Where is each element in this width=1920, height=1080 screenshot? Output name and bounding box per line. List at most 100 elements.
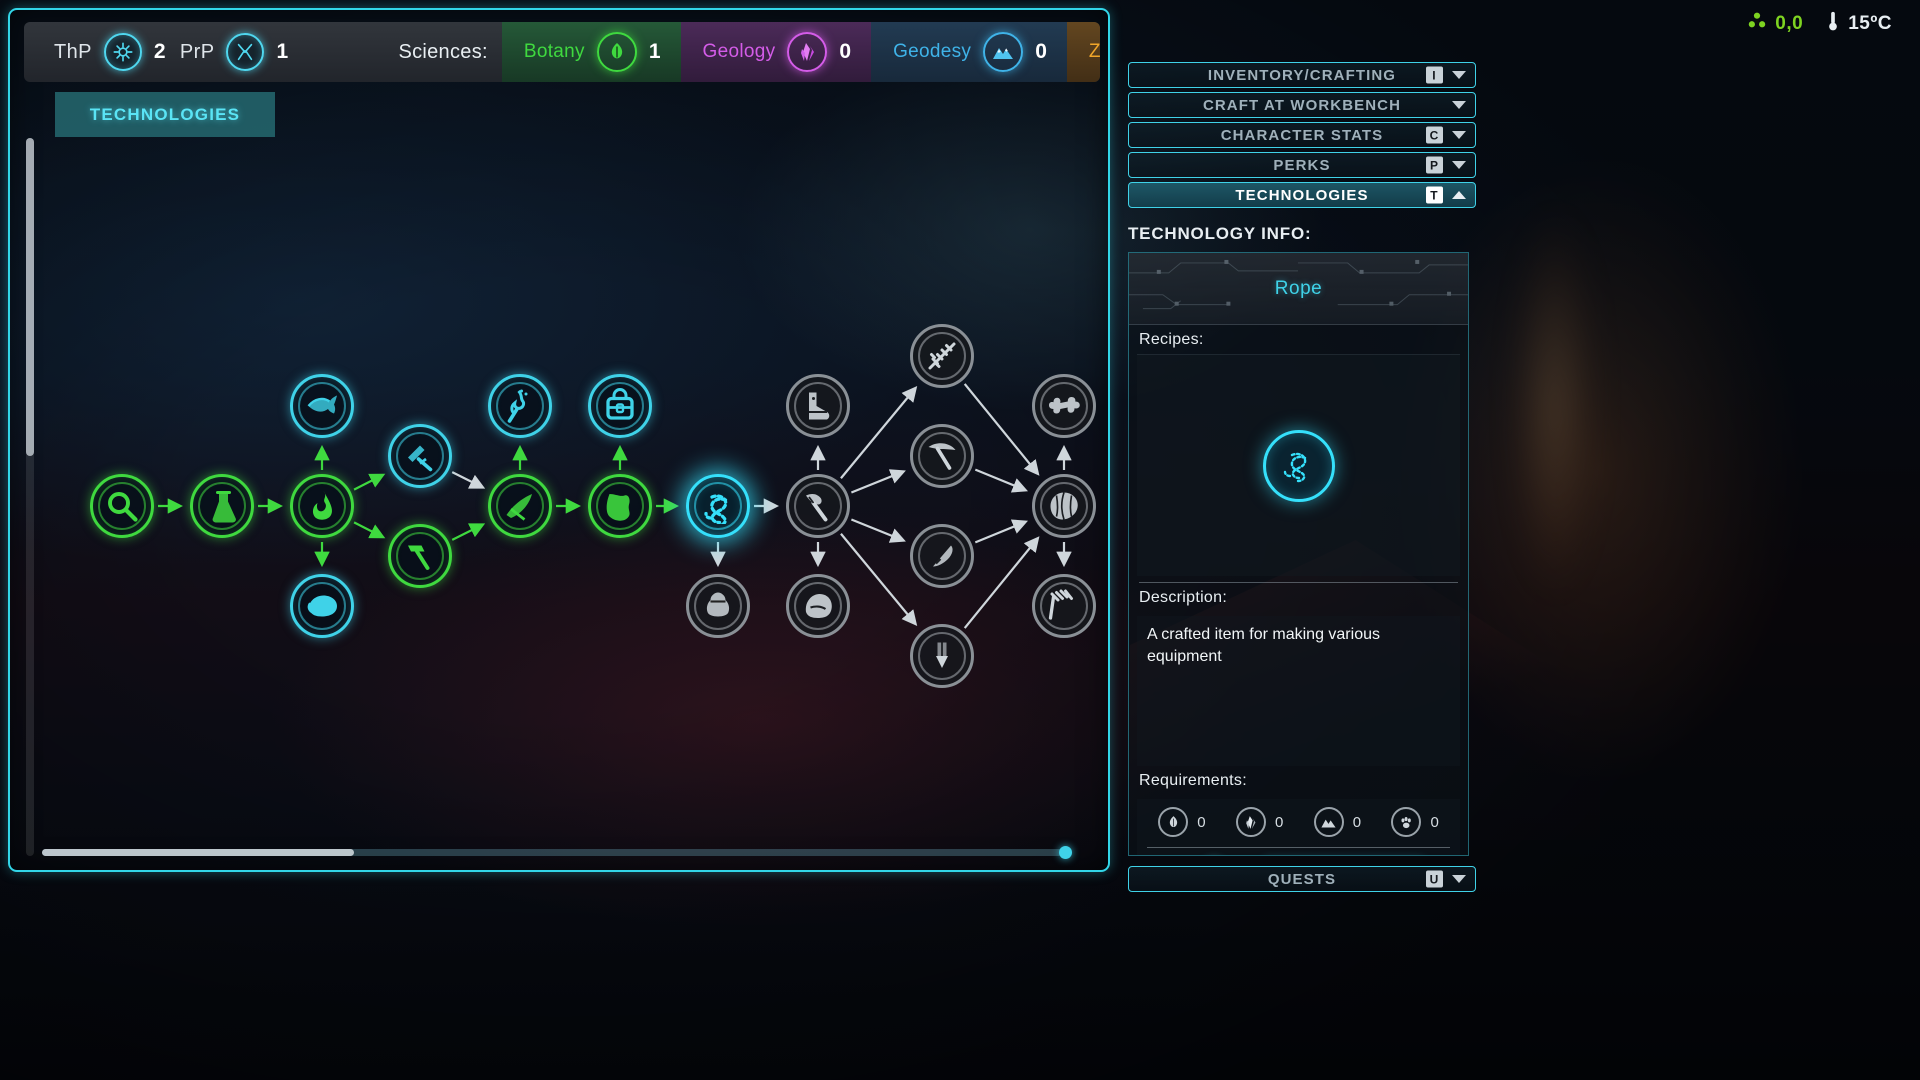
- description-text: A crafted item for making various equipm…: [1147, 626, 1380, 665]
- mountain-icon: [1313, 807, 1344, 837]
- menu-item-character-stats-label: CHARACTER STATS: [1220, 126, 1384, 144]
- tech-node-rake[interactable]: [1032, 574, 1096, 638]
- tech-node-bone[interactable]: [1032, 374, 1096, 438]
- requirements-label: Requirements:: [1139, 772, 1247, 789]
- tab-technologies[interactable]: TECHNOLOGIES: [55, 92, 275, 137]
- resource-bar: ThP 2 PrP 1 Sciences: Botany 1 Geology 0…: [24, 22, 1100, 82]
- tech-edge: [963, 383, 1040, 476]
- menu-item-character-stats[interactable]: CHARACTER STATS C: [1128, 122, 1476, 148]
- tech-node-rawmeat[interactable]: [290, 574, 354, 638]
- science-geodesy: Geodesy 0: [871, 22, 1067, 82]
- science-botany-label: Botany: [523, 41, 585, 62]
- science-geology-value: 0: [839, 40, 852, 63]
- thp-label: ThP: [54, 40, 92, 63]
- science-zoology: Zoology 0: [1066, 22, 1100, 82]
- tech-node-cookedfish[interactable]: [290, 374, 354, 438]
- horizontal-scrollbar[interactable]: [42, 846, 1072, 859]
- tech-node-ring: [918, 332, 966, 380]
- chevron-up-icon[interactable]: [1452, 191, 1466, 199]
- crystal-icon: [1235, 807, 1266, 837]
- tech-node-ring: [1040, 582, 1088, 630]
- chevron-down-icon[interactable]: [1452, 875, 1466, 883]
- tech-node-knife[interactable]: [388, 424, 452, 488]
- tech-tree-viewport[interactable]: [24, 132, 1100, 838]
- menu-item-inventory-crafting-label: INVENTORY/CRAFTING: [1207, 66, 1397, 84]
- menu-item-craft-at-workbench[interactable]: CRAFT AT WORKBENCH: [1128, 92, 1476, 118]
- requirement-geology-value: 0: [1274, 813, 1284, 831]
- technology-tree-window: ThP 2 PrP 1 Sciences: Botany 1 Geology 0…: [8, 8, 1110, 872]
- tech-node-axe[interactable]: [786, 474, 850, 538]
- tech-node-fishtrap[interactable]: [910, 324, 974, 388]
- chevron-down-icon[interactable]: [1452, 71, 1466, 79]
- science-geology-label: Geology: [702, 41, 776, 62]
- menu-item-quests[interactable]: QUESTS U: [1128, 866, 1476, 892]
- tech-node-research[interactable]: [90, 474, 154, 538]
- temperature-indicator: 15ºC: [1825, 10, 1892, 38]
- menu-item-inventory-crafting[interactable]: INVENTORY/CRAFTING I: [1128, 62, 1476, 88]
- tech-node-rope[interactable]: [686, 474, 750, 538]
- requirement-geology: 0: [1235, 807, 1284, 837]
- horizontal-scrollbar-knob[interactable]: [1059, 846, 1072, 859]
- tech-node-ring: [794, 582, 842, 630]
- tech-node-ring: [918, 432, 966, 480]
- tech-node-blade[interactable]: [910, 524, 974, 588]
- tech-edge: [353, 521, 386, 539]
- tech-node-ring: [298, 482, 346, 530]
- biohazard-icon: [1746, 10, 1768, 38]
- requirement-zoology: 0: [1391, 807, 1439, 837]
- technology-info-heading: TECHNOLOGY INFO:: [1128, 224, 1312, 243]
- science-zoology-label: Zoology: [1088, 41, 1100, 62]
- technology-name: Rope: [1274, 277, 1323, 299]
- radiation-value: 0,0: [1775, 13, 1804, 34]
- menu-item-perks[interactable]: PERKS P: [1128, 152, 1476, 178]
- tech-node-torch[interactable]: [488, 374, 552, 438]
- hotkey-badge-i: I: [1426, 66, 1443, 84]
- tech-node-boot[interactable]: [786, 374, 850, 438]
- tech-node-campfire[interactable]: [290, 474, 354, 538]
- science-geodesy-label: Geodesy: [893, 41, 972, 62]
- requirement-geodesy: 0: [1313, 807, 1361, 837]
- tech-node-backpack[interactable]: [588, 374, 652, 438]
- tech-node-ring: [596, 382, 644, 430]
- technology-info-header: Rope: [1129, 253, 1468, 325]
- tech-node-ring: [298, 582, 346, 630]
- science-geology: Geology 0: [680, 22, 872, 82]
- recipes-label: Recipes:: [1139, 331, 1204, 348]
- chevron-down-icon[interactable]: [1452, 131, 1466, 139]
- tech-node-ring: [98, 482, 146, 530]
- tech-edge: [963, 536, 1040, 629]
- leaf-icon: [1158, 807, 1189, 837]
- tech-node-hide[interactable]: [588, 474, 652, 538]
- tech-node-shovel[interactable]: [910, 624, 974, 688]
- chevron-down-icon[interactable]: [1452, 161, 1466, 169]
- background-mist: [1470, 160, 1640, 700]
- tech-node-pouch[interactable]: [686, 574, 750, 638]
- prp-value: 1: [276, 40, 289, 63]
- description-label: Description:: [1139, 589, 1228, 606]
- tech-node-hammer[interactable]: [388, 524, 452, 588]
- hotkey-badge-u: U: [1426, 870, 1443, 888]
- horizontal-scrollbar-thumb[interactable]: [42, 849, 354, 856]
- tech-node-ring: [1040, 482, 1088, 530]
- requirement-zoology-value: 0: [1430, 813, 1439, 831]
- requirement-botany: 0: [1158, 807, 1206, 837]
- tech-node-ring: [794, 382, 842, 430]
- tech-node-flask[interactable]: [190, 474, 254, 538]
- tech-node-helmet[interactable]: [786, 574, 850, 638]
- vertical-scrollbar[interactable]: [26, 138, 34, 856]
- status-hud: 0,0 15ºC: [1746, 10, 1892, 38]
- tech-node-spear[interactable]: [488, 474, 552, 538]
- thermometer-icon: [1825, 10, 1841, 38]
- technology-info-panel: Rope Recipes: Description: A crafted ite…: [1128, 252, 1469, 856]
- vertical-scrollbar-thumb[interactable]: [26, 138, 34, 456]
- tech-node-ring: [298, 382, 346, 430]
- tech-node-ring: [694, 582, 742, 630]
- chevron-down-icon[interactable]: [1452, 101, 1466, 109]
- tech-node-pickaxe[interactable]: [910, 424, 974, 488]
- tech-node-shell[interactable]: [1032, 474, 1096, 538]
- tech-node-ring: [918, 532, 966, 580]
- practice-point-icon: [226, 33, 265, 71]
- menu-item-technologies[interactable]: TECHNOLOGIES T: [1128, 182, 1476, 208]
- tech-edge: [974, 468, 1028, 493]
- rope-icon[interactable]: [1262, 429, 1335, 502]
